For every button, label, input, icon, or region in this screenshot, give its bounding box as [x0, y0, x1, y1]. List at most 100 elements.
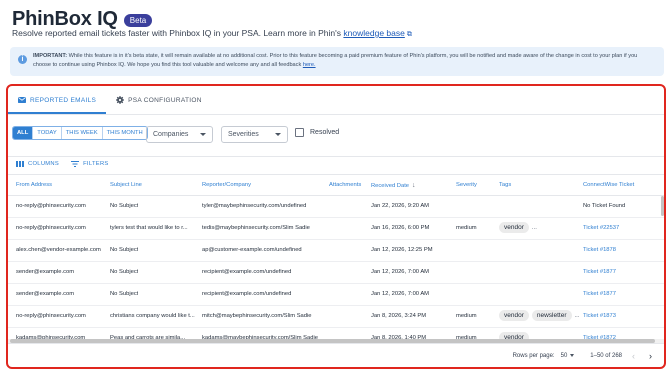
more-tags-indicator[interactable]: ... — [575, 313, 580, 319]
range-today-button[interactable]: TODAY — [33, 127, 62, 139]
date-range-segmented-control: ALL TODAY THIS WEEK THIS MONTH — [12, 126, 148, 140]
cell-subject-line: tylers test that would like to r... — [110, 225, 188, 231]
cell-from-address: sender@example.com — [16, 269, 75, 275]
ticket-link[interactable]: Ticket #22537 — [583, 225, 619, 231]
previous-page-icon[interactable]: ‹ — [628, 351, 639, 361]
beta-badge: Beta — [123, 14, 153, 27]
table-row[interactable]: no-reply@phinsecurity.com christians comp… — [8, 306, 664, 328]
column-header-received-date[interactable]: Received Date ↓ — [371, 182, 416, 189]
tag-chip[interactable]: vendor — [499, 332, 529, 339]
companies-select[interactable]: Companies — [146, 126, 213, 143]
tab-reported-emails-label: REPORTED EMAILS — [30, 96, 97, 104]
rows-per-page-select[interactable]: 50 — [561, 353, 575, 359]
column-header-connectwise-ticket[interactable]: ConnectWise Ticket — [583, 182, 634, 188]
knowledge-base-link[interactable]: knowledge base — [343, 28, 404, 38]
pagination-range: 1–50 of 268 — [590, 353, 622, 359]
cell-reporter-company: tedis@maybephinsecurity.com/Slim Sadie — [202, 225, 310, 231]
cell-subject-line: No Subject — [110, 203, 139, 209]
toolbar-divider — [8, 156, 664, 157]
table-row[interactable]: kadams@phinsecurity.com Peas and carrots … — [8, 328, 664, 339]
cell-subject-line: No Subject — [110, 247, 139, 253]
table-row[interactable]: sender@example.com No Subject recipient@ex… — [8, 262, 664, 284]
range-all-button[interactable]: ALL — [13, 127, 34, 139]
cell-severity: medium — [456, 225, 477, 231]
date-range-filter: ALL TODAY THIS WEEK THIS MONTH — [12, 126, 148, 140]
more-tags-indicator[interactable]: ... — [532, 225, 537, 231]
column-header-from-address[interactable]: From Address — [16, 182, 52, 188]
ticket-link[interactable]: Ticket #1877 — [583, 291, 616, 297]
table-row[interactable]: alex.chen@vendor-example.com No Subject ap… — [8, 240, 664, 262]
next-page-icon[interactable]: › — [645, 351, 656, 361]
chevron-down-icon — [200, 133, 206, 136]
chevron-down-icon — [275, 133, 281, 136]
table-header: From Address Subject Line Reporter/Compa… — [8, 175, 664, 196]
cell-subject-line: No Subject — [110, 291, 139, 297]
resolved-label: Resolved — [310, 129, 340, 136]
cell-tags: vendor newsletter... — [499, 310, 580, 321]
cell-received-date: Jan 8, 2026, 3:24 PM — [371, 313, 427, 319]
column-header-subject-line[interactable]: Subject Line — [110, 182, 142, 188]
received-date-label: Received Date — [371, 183, 410, 189]
rows-per-page-label: Rows per page: — [512, 353, 555, 359]
column-header-severity[interactable]: Severity — [456, 182, 477, 188]
filters-button-label: FILTERS — [83, 161, 109, 167]
cell-from-address: no-reply@phinsecurity.com — [16, 203, 86, 209]
column-header-attachments[interactable]: Attachments — [329, 182, 361, 188]
range-this-week-button[interactable]: THIS WEEK — [62, 127, 103, 139]
tab-divider — [8, 114, 664, 115]
beta-notice: i IMPORTANT: While this feature is in it… — [10, 47, 664, 76]
cell-reporter-company: ap@customer-example.com/undefined — [202, 247, 302, 253]
sort-descending-icon[interactable]: ↓ — [412, 182, 416, 189]
filters-button[interactable]: FILTERS — [71, 161, 109, 167]
table-body: no-reply@phinsecurity.com No Subject tyler… — [8, 196, 664, 339]
cell-reporter-company: tyler@maybephinsecurity.com/undefined — [202, 203, 307, 209]
rows-per-page-value: 50 — [560, 353, 568, 359]
resolved-checkbox[interactable] — [295, 128, 304, 137]
cell-from-address: no-reply@phinsecurity.com — [16, 313, 86, 319]
resolved-filter[interactable]: Resolved — [295, 128, 339, 137]
tab-reported-emails[interactable]: REPORTED EMAILS — [8, 86, 107, 114]
cell-reporter-company: mitch@maybephinsecurity.com/Slim Sadie — [202, 313, 312, 319]
cell-received-date: Jan 16, 2026, 6:00 PM — [371, 225, 430, 231]
cell-connectwise-ticket: No Ticket Found — [583, 203, 626, 209]
cell-received-date: Jan 22, 2026, 9:20 AM — [371, 203, 430, 209]
pagination: Rows per page: 50 1–50 of 268 ‹ › — [513, 351, 656, 361]
severities-select[interactable]: Severities — [221, 126, 288, 143]
feedback-link[interactable]: here. — [303, 62, 316, 68]
tag-chip[interactable]: vendor — [499, 222, 529, 233]
table-row[interactable]: no-reply@phinsecurity.com tylers test tha… — [8, 218, 664, 240]
columns-button-label: COLUMNS — [28, 161, 60, 167]
tag-chip[interactable]: vendor — [499, 310, 529, 321]
column-header-reporter-company[interactable]: Reporter/Company — [202, 182, 251, 188]
reported-emails-panel: REPORTED EMAILS PSA CONFIGURATION ALL TO… — [6, 84, 666, 369]
tag-chip[interactable]: newsletter — [531, 310, 572, 321]
range-this-month-button[interactable]: THIS MONTH — [103, 127, 147, 139]
notice-label: IMPORTANT: — [33, 53, 68, 59]
cell-received-date: Jan 12, 2026, 7:00 AM — [371, 291, 430, 297]
ticket-link[interactable]: Ticket #1878 — [583, 247, 616, 253]
columns-button[interactable]: COLUMNS — [16, 161, 59, 167]
ticket-link[interactable]: Ticket #1877 — [583, 269, 616, 275]
external-link-icon: ⧉ — [406, 31, 412, 38]
tab-psa-configuration-label: PSA CONFIGURATION — [128, 96, 202, 104]
ticket-link[interactable]: Ticket #1873 — [583, 313, 616, 319]
table-row[interactable]: no-reply@phinsecurity.com No Subject tyler… — [8, 196, 664, 218]
table-row[interactable]: sender@example.com No Subject recipient@ex… — [8, 284, 664, 306]
filter-icon — [71, 161, 80, 167]
severities-select-label: Severities — [228, 131, 259, 138]
grid-toolbar: COLUMNS FILTERS — [16, 161, 109, 167]
cell-from-address: sender@example.com — [16, 291, 75, 297]
vertical-scrollbar[interactable] — [661, 196, 664, 216]
cell-subject-line: christians company would like t... — [110, 313, 195, 319]
cell-from-address: alex.chen@vendor-example.com — [16, 247, 101, 253]
columns-icon — [16, 161, 24, 167]
tab-psa-configuration[interactable]: PSA CONFIGURATION — [106, 86, 212, 114]
table-footer: Rows per page: 50 1–50 of 268 ‹ › — [8, 343, 664, 367]
cell-tags: vendor — [499, 332, 532, 339]
cell-received-date: Jan 12, 2026, 7:00 AM — [371, 269, 430, 275]
cell-reporter-company: recipient@example.com/undefined — [202, 269, 292, 275]
column-header-tags[interactable]: Tags — [499, 182, 511, 188]
cell-severity: medium — [456, 313, 477, 319]
notice-text: IMPORTANT: While this feature is in it's… — [33, 52, 656, 71]
mail-icon — [18, 97, 26, 103]
